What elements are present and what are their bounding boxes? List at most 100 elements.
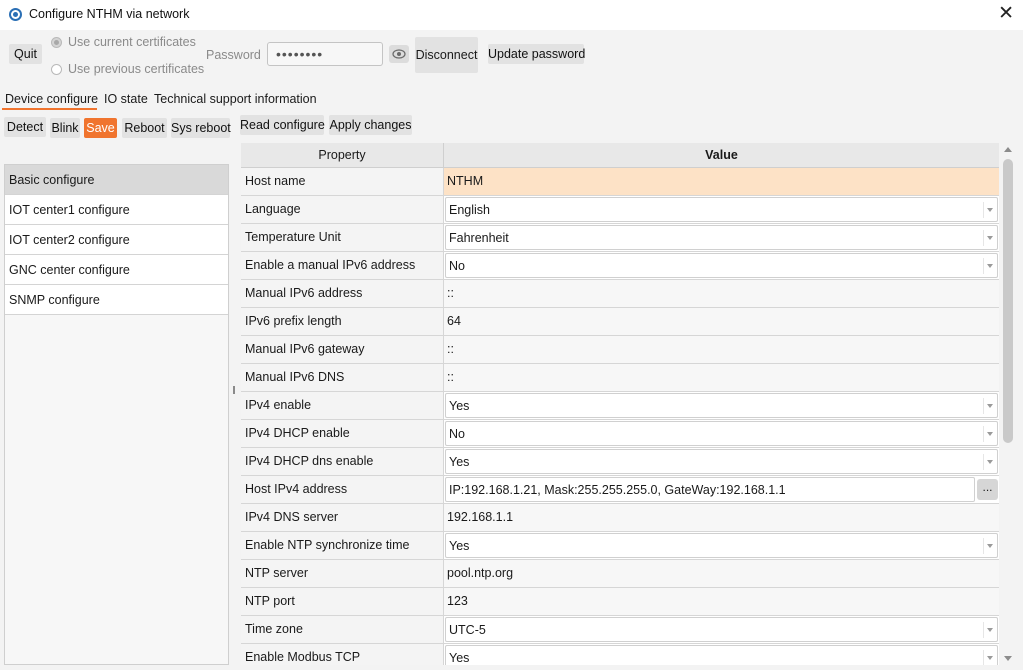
splitter-handle[interactable] [233,386,235,394]
tab-io-state[interactable]: IO state [104,90,148,108]
ntp-server-field[interactable]: pool.ntp.org [444,560,999,587]
apply-changes-button[interactable]: Apply changes [329,115,412,135]
scroll-thumb[interactable] [1003,159,1013,443]
section-gnc-center[interactable]: GNC center configure [5,255,228,285]
host-ipv4-address-field[interactable]: IP:192.168.1.21, Mask:255.255.255.0, Gat… [445,477,975,502]
host-name-field[interactable]: NTHM [444,168,999,195]
save-button[interactable]: Save [84,118,117,138]
property-label: Enable a manual IPv6 address [241,252,444,279]
dropdown-arrow-icon[interactable] [983,622,995,638]
time-zone-select[interactable]: UTC-5 [445,617,998,642]
language-select[interactable]: English [445,197,998,222]
table-row: Host name NTHM [241,168,999,196]
window-title: Configure NTHM via network [29,7,190,21]
table-row: NTP port 123 [241,588,999,616]
property-label: Enable NTP synchronize time [241,532,444,559]
property-label: IPv4 DHCP enable [241,420,444,447]
reboot-button[interactable]: Reboot [122,118,167,138]
read-configure-button[interactable]: Read configure [240,115,325,135]
blink-button[interactable]: Blink [50,118,80,138]
select-value: Yes [449,539,470,553]
manual-ipv6-dns-field[interactable]: :: [444,364,999,391]
property-label: NTP server [241,560,444,587]
dropdown-arrow-icon[interactable] [983,650,995,665]
manual-ipv6-gateway-field[interactable]: :: [444,336,999,363]
ipv4-dhcp-enable-select[interactable]: No [445,421,998,446]
table-row: Enable Modbus TCP Yes [241,644,999,665]
header-value[interactable]: Value [444,143,999,168]
scroll-up-icon[interactable] [1004,147,1012,152]
select-value: English [449,203,490,217]
password-field[interactable]: •••••••• [267,42,383,66]
dropdown-arrow-icon[interactable] [983,202,995,218]
sys-reboot-button[interactable]: Sys reboot [171,118,231,138]
section-iot-center2[interactable]: IOT center2 configure [5,225,228,255]
cert-previous-label: Use previous certificates [68,62,205,76]
grid-scrollbar[interactable] [1001,143,1015,665]
ntp-port-field[interactable]: 123 [444,588,999,615]
modbus-tcp-select[interactable]: Yes [445,645,998,665]
radio-icon[interactable] [51,36,62,48]
ipv6-prefix-length-field[interactable]: 64 [444,308,999,335]
header-property[interactable]: Property [241,143,444,168]
select-value: Fahrenheit [449,231,509,245]
select-value: Yes [449,651,470,665]
temperature-unit-select[interactable]: Fahrenheit [445,225,998,250]
select-value: No [449,259,465,273]
property-label: Manual IPv6 DNS [241,364,444,391]
property-label: IPv4 DHCP dns enable [241,448,444,475]
eye-icon[interactable] [389,45,409,63]
section-basic-configure[interactable]: Basic configure [5,165,228,195]
table-row: Manual IPv6 gateway :: [241,336,999,364]
manual-ipv6-address-field[interactable]: :: [444,280,999,307]
edit-ipv4-button[interactable]: ... [977,479,998,500]
close-icon[interactable]: ✕ [998,4,1014,24]
property-label: IPv6 prefix length [241,308,444,335]
property-label: Manual IPv6 address [241,280,444,307]
app-gear-icon [9,8,22,21]
ipv4-enable-select[interactable]: Yes [445,393,998,418]
tab-device-configure[interactable]: Device configure [5,90,98,108]
select-value: Yes [449,399,470,413]
table-row: IPv4 enable Yes [241,392,999,420]
grid-header: Property Value [241,143,999,168]
table-row: Enable a manual IPv6 address No [241,252,999,280]
ipv4-dns-server-field[interactable]: 192.168.1.1 [444,504,999,531]
table-row: IPv6 prefix length 64 [241,308,999,336]
dropdown-arrow-icon[interactable] [983,454,995,470]
cert-current-option[interactable]: Use current certificates [51,35,196,49]
select-value: UTC-5 [449,623,486,637]
property-label: Host IPv4 address [241,476,444,503]
scroll-down-icon[interactable] [1004,656,1012,661]
manual-ipv6-enable-select[interactable]: No [445,253,998,278]
update-password-button[interactable]: Update password [488,44,585,64]
detect-button[interactable]: Detect [4,117,46,137]
quit-button[interactable]: Quit [9,44,42,64]
property-label: NTP port [241,588,444,615]
table-row: Manual IPv6 DNS :: [241,364,999,392]
property-label: IPv4 DNS server [241,504,444,531]
table-row: IPv4 DHCP enable No [241,420,999,448]
dropdown-arrow-icon[interactable] [983,258,995,274]
select-value: No [449,427,465,441]
property-grid: Property Value Host name NTHM Language E… [241,143,999,665]
cert-previous-option[interactable]: Use previous certificates [51,62,204,76]
dropdown-arrow-icon[interactable] [983,230,995,246]
property-label: Language [241,196,444,223]
ipv4-dhcp-dns-select[interactable]: Yes [445,449,998,474]
dropdown-arrow-icon[interactable] [983,426,995,442]
section-list: Basic configure IOT center1 configure IO… [4,164,229,665]
section-iot-center1[interactable]: IOT center1 configure [5,195,228,225]
dropdown-arrow-icon[interactable] [983,538,995,554]
table-row: Host IPv4 address IP:192.168.1.21, Mask:… [241,476,999,504]
ntp-enable-select[interactable]: Yes [445,533,998,558]
table-row: IPv4 DHCP dns enable Yes [241,448,999,476]
disconnect-button[interactable]: Disconnect [415,37,478,73]
section-snmp[interactable]: SNMP configure [5,285,228,315]
table-row: IPv4 DNS server 192.168.1.1 [241,504,999,532]
property-label: Temperature Unit [241,224,444,251]
tab-technical-support[interactable]: Technical support information [154,90,317,108]
property-label: Manual IPv6 gateway [241,336,444,363]
dropdown-arrow-icon[interactable] [983,398,995,414]
radio-icon[interactable] [51,63,62,75]
